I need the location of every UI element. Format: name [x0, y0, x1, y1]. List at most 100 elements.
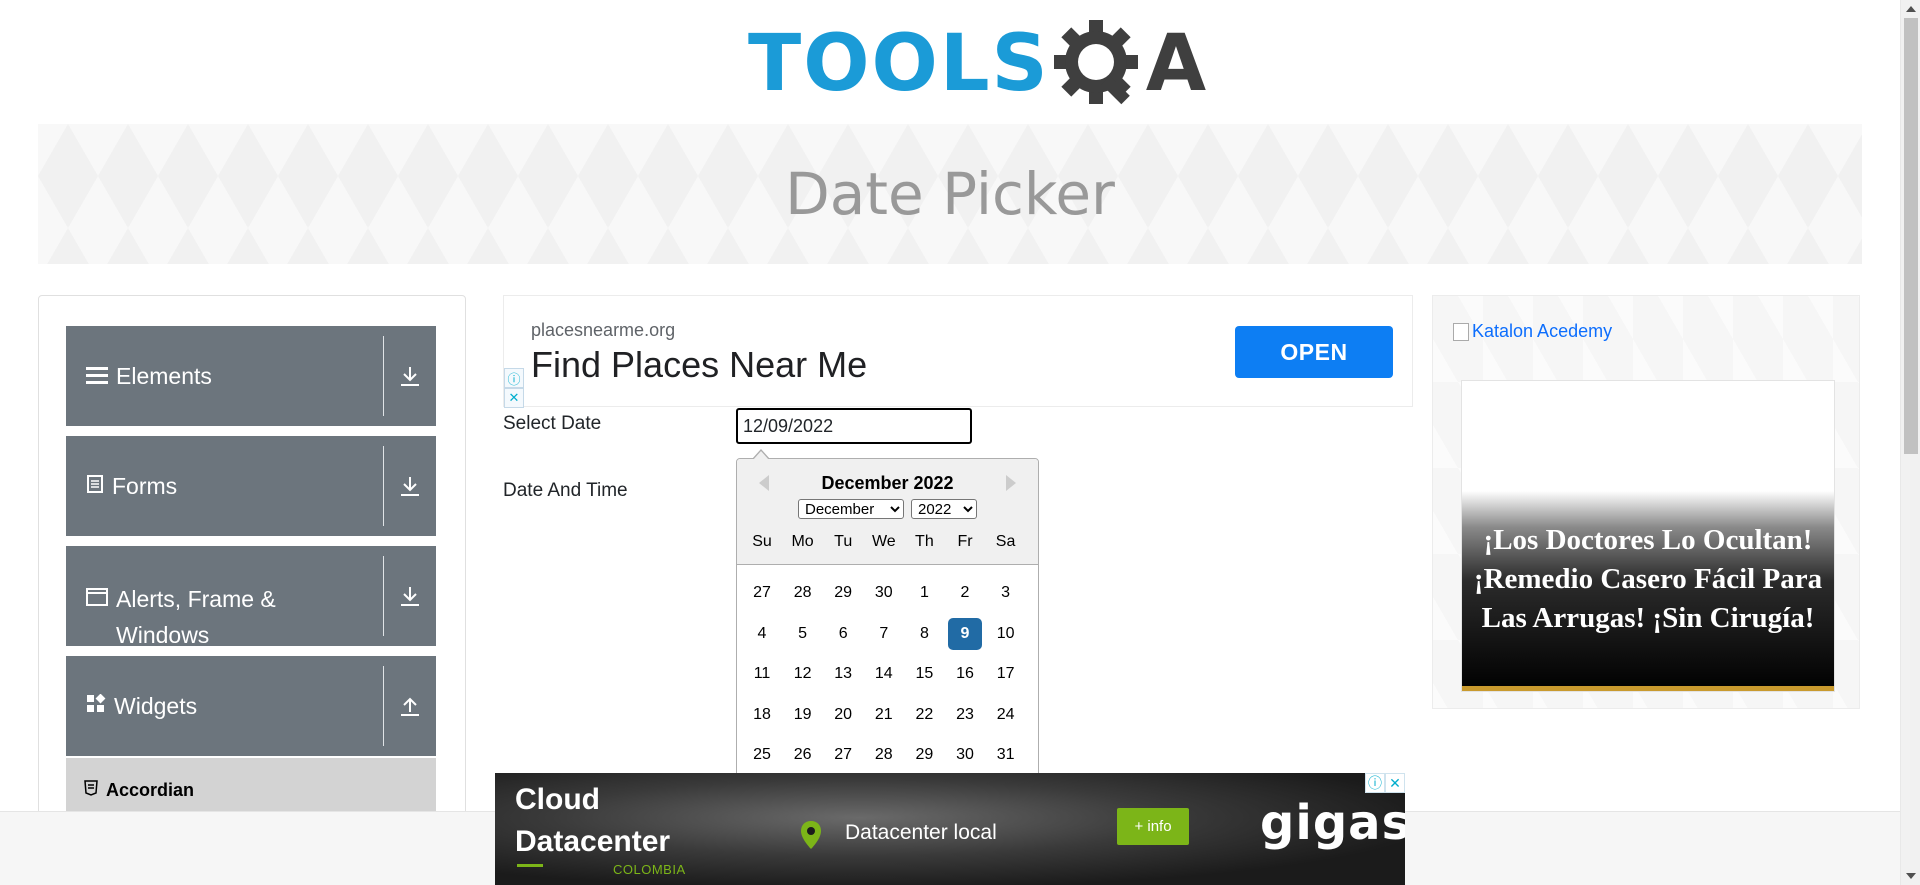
gear-magnifier-icon: [1053, 18, 1146, 110]
weekday-header: Su: [752, 533, 772, 550]
divider: [383, 446, 384, 526]
calendar-day[interactable]: 15: [907, 658, 941, 690]
toolsqa-logo[interactable]: TOOLS A: [748, 14, 1206, 114]
calendar-day[interactable]: 27: [745, 577, 779, 609]
ad-info-icon[interactable]: ⓘ: [504, 368, 524, 388]
calendar-day[interactable]: 27: [826, 739, 860, 771]
calendar-day[interactable]: 4: [745, 618, 779, 650]
calendar-day[interactable]: 6: [826, 618, 860, 650]
ad-info-button[interactable]: + info: [1117, 808, 1189, 845]
scroll-down-arrow-icon[interactable]: [1906, 873, 1916, 879]
divider: [383, 666, 384, 746]
calendar-day[interactable]: 26: [786, 739, 820, 771]
calendar-day[interactable]: 16: [948, 658, 982, 690]
calendar-day[interactable]: 17: [989, 658, 1023, 690]
sponsored-ad-headline: ¡Los Doctores Lo Ocultan! ¡Remedio Caser…: [1473, 524, 1823, 634]
page-banner: Date Picker: [38, 124, 1862, 264]
calendar-day[interactable]: 18: [745, 699, 779, 731]
calendar-day[interactable]: 29: [826, 577, 860, 609]
menu-icon: [86, 363, 108, 390]
calendar-day[interactable]: 30: [867, 577, 901, 609]
weekday-header: Sa: [995, 533, 1016, 550]
sidebar-item-accordian[interactable]: Accordian: [66, 758, 436, 818]
calendar-day[interactable]: 30: [948, 739, 982, 771]
datepicker-popup: December 2022 December 2022 Su Mo Tu We Th Fr…: [736, 458, 1039, 788]
month-select[interactable]: December: [798, 499, 904, 519]
calendar-day[interactable]: 28: [786, 577, 820, 609]
scroll-up-arrow-icon[interactable]: [1906, 6, 1916, 12]
ad-line2: Datacenter: [515, 825, 671, 858]
ad-sidebar-right: Katalon Acedemy ¡Los Doctores Lo Ocultan…: [1432, 295, 1860, 709]
calendar-day[interactable]: 10: [989, 618, 1023, 650]
calendar-day[interactable]: 11: [745, 658, 779, 690]
window-icon: [86, 585, 108, 612]
calendar-day[interactable]: 21: [867, 699, 901, 731]
ad-line1: Cloud: [515, 783, 600, 816]
divider: [383, 556, 384, 636]
weekday-header: Th: [915, 533, 934, 550]
weekday-header: We: [871, 533, 896, 550]
sidebar-group-alerts[interactable]: Alerts, Frame & Windows: [66, 546, 436, 648]
ad-info-icon[interactable]: ⓘ: [1365, 773, 1385, 793]
ad-banner-top[interactable]: placesnearme.org Find Places Near Me OPE…: [503, 295, 1413, 408]
ad-banner-bottom[interactable]: Cloud Datacenter COLOMBIA Datacenter loc…: [495, 773, 1405, 885]
calendar-day[interactable]: 14: [867, 658, 901, 690]
next-month-icon[interactable]: [1006, 475, 1016, 491]
broken-image-icon: [1453, 322, 1469, 341]
calendar-day[interactable]: 24: [989, 699, 1023, 731]
katalon-ad-image[interactable]: Katalon Acedemy: [1453, 321, 1612, 342]
date-and-time-label: Date And Time: [503, 480, 628, 501]
current-month-label: December 2022: [821, 473, 954, 493]
calendar-day[interactable]: 22: [907, 699, 941, 731]
download-arrow-icon[interactable]: [398, 326, 422, 426]
calendar-day[interactable]: 7: [867, 618, 901, 650]
document-icon: [86, 473, 104, 500]
calendar-day[interactable]: 2: [948, 577, 982, 609]
calendar-day[interactable]: 31: [989, 739, 1023, 771]
calendar-day[interactable]: 20: [826, 699, 860, 731]
page: TOOLS A Date Picker Elements Forms Alert…: [0, 0, 1920, 885]
calendar-day[interactable]: 25: [745, 739, 779, 771]
weekday-header: Tu: [834, 533, 853, 550]
picker-caret-inner: [753, 451, 769, 460]
ad-close-icon[interactable]: ✕: [1385, 773, 1405, 793]
ad-country: COLOMBIA: [613, 862, 686, 877]
ad-domain: placesnearme.org: [531, 320, 676, 340]
calendar-day[interactable]: 29: [907, 739, 941, 771]
select-date-label: Select Date: [503, 413, 602, 434]
calendar-day[interactable]: 3: [989, 577, 1023, 609]
sidebar-group-widgets[interactable]: Widgets: [66, 656, 436, 756]
ad-close-icon[interactable]: ✕: [504, 388, 524, 408]
calendar-day[interactable]: 13: [826, 658, 860, 690]
html5-icon: [84, 780, 98, 801]
weekday-header: Mo: [791, 533, 814, 550]
sidebar-group-forms[interactable]: Forms: [66, 436, 436, 536]
calendar-day[interactable]: 8: [907, 618, 941, 650]
sidebar-group-label: Alerts, Frame &: [116, 586, 276, 612]
ad-open-button[interactable]: OPEN: [1235, 326, 1393, 378]
upload-arrow-icon[interactable]: [398, 656, 422, 756]
logo-text: TOOLS: [748, 19, 1050, 109]
sponsored-ad[interactable]: ¡Los Doctores Lo Ocultan! ¡Remedio Caser…: [1461, 380, 1835, 692]
select-date-input[interactable]: 12/09/2022: [736, 408, 972, 444]
download-arrow-icon[interactable]: [398, 436, 422, 536]
calendar-day[interactable]: 19: [786, 699, 820, 731]
calendar-day[interactable]: 23: [948, 699, 982, 731]
datepicker-header: December 2022 December 2022 Su Mo Tu We Th Fr…: [737, 459, 1038, 565]
gigas-logo: gigas: [1260, 795, 1405, 851]
scrollbar-thumb[interactable]: [1904, 18, 1918, 454]
calendar-day[interactable]: 9: [948, 617, 982, 650]
calendar-day[interactable]: 28: [867, 739, 901, 771]
calendar-day[interactable]: 12: [786, 658, 820, 690]
download-arrow-icon[interactable]: [398, 546, 422, 646]
year-select[interactable]: 2022: [911, 499, 977, 519]
calendar-day[interactable]: 5: [786, 618, 820, 650]
ad-headline: Find Places Near Me: [531, 344, 868, 385]
ad-location: Datacenter local: [845, 821, 997, 844]
sidebar-group-label-line2: Windows: [116, 622, 210, 648]
calendar-day[interactable]: 1: [907, 577, 941, 609]
sidebar-group-elements[interactable]: Elements: [66, 326, 436, 426]
sidebar-group-label: Elements: [116, 362, 212, 389]
vertical-scrollbar[interactable]: [1900, 0, 1920, 885]
sidebar-group-label: Widgets: [114, 692, 198, 719]
